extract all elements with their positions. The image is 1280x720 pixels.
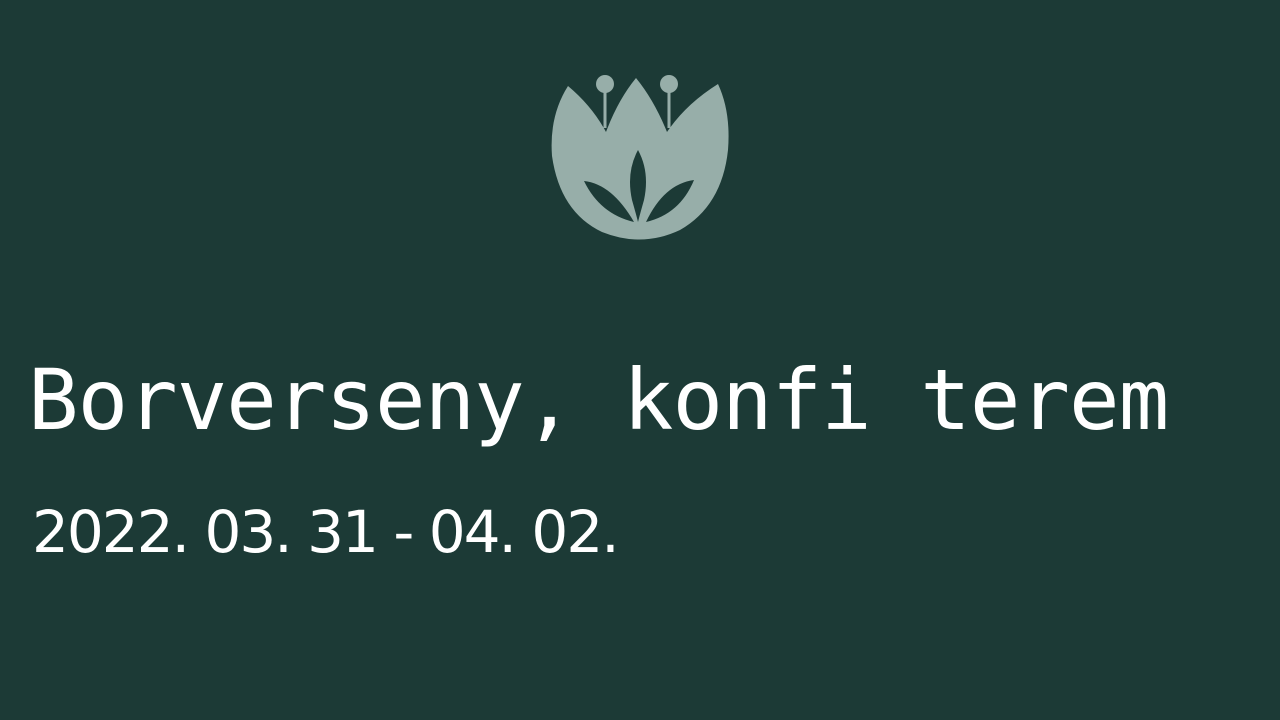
event-date-range: 2022. 03. 31 - 04. 02. — [32, 498, 620, 566]
event-title: Borverseny, konfi terem — [28, 351, 1169, 449]
event-display-screen: Borverseny, konfi terem 2022. 03. 31 - 0… — [0, 0, 1280, 720]
lotus-flower-icon — [551, 75, 729, 240]
